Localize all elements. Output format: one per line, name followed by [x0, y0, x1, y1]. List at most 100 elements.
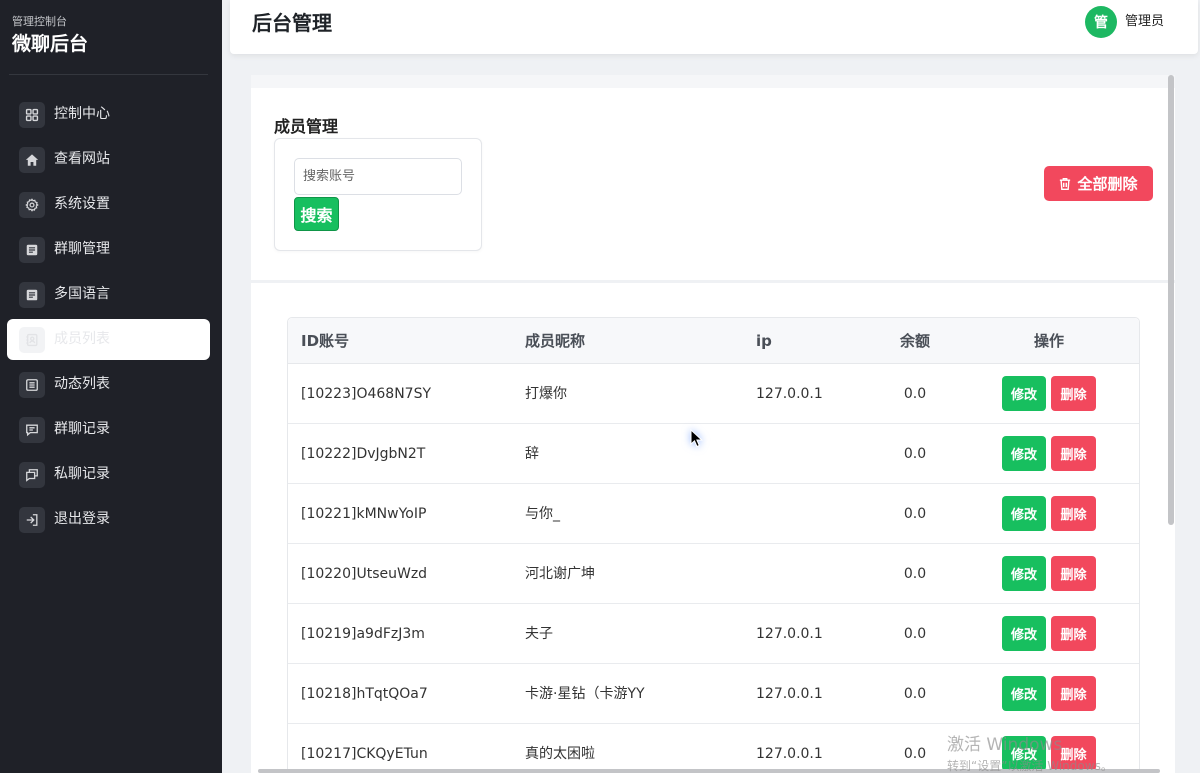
- brand-title: 微聊后台: [12, 33, 89, 55]
- cell-nickname: 打爆你: [525, 385, 567, 402]
- content-strip: [251, 75, 1175, 88]
- sidebar-item-label: 成员列表: [54, 331, 110, 347]
- sidebar-item-label: 私聊记录: [54, 466, 110, 482]
- list-icon: [19, 372, 45, 398]
- home-icon: [19, 147, 45, 173]
- cell-nickname: 与你_: [525, 505, 560, 522]
- search-button[interactable]: 搜索: [294, 197, 339, 231]
- cell-actions: 修改 删除: [959, 424, 1139, 483]
- edit-button[interactable]: 修改: [1002, 676, 1046, 711]
- cell-actions: 修改 删除: [959, 484, 1139, 543]
- top-header: 后台管理 管 管理员: [230, 0, 1198, 54]
- message-icon: [19, 417, 45, 443]
- edit-button[interactable]: 修改: [1002, 496, 1046, 531]
- table-row: [10222]DvJgbN2T 辞 0.0 修改 删除: [288, 424, 1139, 484]
- cell-balance: 0.0: [903, 445, 927, 462]
- document-icon: [19, 237, 45, 263]
- cell-balance: 0.0: [903, 685, 927, 702]
- column-header-ip: ip: [756, 331, 772, 350]
- cell-actions: 修改 删除: [959, 364, 1139, 423]
- cell-nickname: 真的太困啦: [525, 746, 595, 762]
- column-header-nickname: 成员昵称: [525, 332, 586, 350]
- cell-actions: 修改 删除: [959, 664, 1139, 723]
- delete-button[interactable]: 删除: [1051, 676, 1096, 711]
- member-table-card: ID账号 成员昵称 ip 余额 操作 [10223]O468N7SY 打爆你 127…: [251, 283, 1175, 773]
- page-title: 后台管理: [252, 11, 332, 35]
- sidebar-item-group-chat-log[interactable]: 群聊记录: [7, 409, 210, 450]
- delete-all-label: 全部删除: [1077, 175, 1138, 193]
- delete-button[interactable]: 删除: [1051, 436, 1096, 471]
- table-header: ID账号 成员昵称 ip 余额 操作: [288, 318, 1139, 364]
- cell-id: [10220]UtseuWzd: [301, 565, 428, 582]
- cell-ip: [743, 484, 871, 543]
- dashboard-icon: [19, 102, 45, 128]
- table-row: [10219]a9dFzJ3m 夫子 127.0.0.1 0.0 修改 删除: [288, 604, 1139, 664]
- edit-button[interactable]: 修改: [1002, 616, 1046, 651]
- cell-actions: 修改 删除: [959, 604, 1139, 663]
- cell-balance: 0.0: [903, 746, 927, 762]
- cell-balance: 0.0: [903, 505, 927, 522]
- search-input[interactable]: [294, 158, 462, 195]
- cell-actions: 修改 删除: [959, 724, 1139, 772]
- column-header-balance: 余额: [899, 332, 930, 350]
- edit-button[interactable]: 修改: [1002, 376, 1046, 411]
- sidebar-item-moments[interactable]: 动态列表: [7, 364, 210, 405]
- cell-balance: 0.0: [903, 565, 927, 582]
- sidebar-item-languages[interactable]: 多国语言: [7, 274, 210, 315]
- vertical-scrollbar[interactable]: [1168, 75, 1174, 525]
- delete-button[interactable]: 删除: [1051, 616, 1096, 651]
- brand-subtitle: 管理控制台: [12, 15, 67, 28]
- sidebar-item-view-site[interactable]: 查看网站: [7, 139, 210, 180]
- table-row: [10218]hTqtQOa7 卡游·星钻（卡游YY 127.0.0.1 0.0 修改删…: [288, 664, 1139, 724]
- cell-ip: [743, 424, 871, 483]
- cell-id: [10218]hTqtQOa7: [301, 685, 428, 702]
- cell-id: [10217]CKQyETun: [301, 746, 428, 762]
- cell-ip: 127.0.0.1: [756, 385, 823, 402]
- delete-button[interactable]: 删除: [1051, 496, 1096, 531]
- cell-nickname: 卡游·星钻（卡游YY: [525, 685, 645, 702]
- sidebar-item-dashboard[interactable]: 控制中心: [7, 94, 210, 135]
- avatar[interactable]: 管: [1085, 6, 1117, 38]
- chat-icon: [19, 462, 45, 488]
- sidebar-item-label: 群聊管理: [54, 241, 110, 257]
- cell-ip: 127.0.0.1: [756, 685, 823, 702]
- delete-button[interactable]: 删除: [1051, 556, 1096, 591]
- cell-id: [10223]O468N7SY: [301, 385, 432, 402]
- search-box: 搜索: [274, 138, 482, 251]
- cell-actions: 修改 删除: [959, 544, 1139, 603]
- cell-ip: 127.0.0.1: [756, 625, 823, 642]
- table-body: [10223]O468N7SY 打爆你 127.0.0.1 0.0 修改 删除 [10222…: [288, 364, 1139, 772]
- member-search-card: 成员管理 搜索 全部删除: [251, 88, 1175, 280]
- sidebar-item-member-list[interactable]: 成员列表: [7, 319, 210, 360]
- sidebar-item-logout[interactable]: 退出登录: [7, 499, 210, 540]
- cell-nickname: 辞: [525, 445, 539, 462]
- edit-button[interactable]: 修改: [1002, 436, 1046, 471]
- logout-icon: [19, 507, 45, 533]
- sidebar-item-settings[interactable]: 系统设置: [7, 184, 210, 225]
- cell-ip: 127.0.0.1: [756, 746, 823, 762]
- sidebar-item-label: 系统设置: [54, 196, 110, 212]
- edit-button[interactable]: 修改: [1002, 736, 1046, 771]
- delete-button[interactable]: 删除: [1051, 736, 1096, 771]
- table-row: [10223]O468N7SY 打爆你 127.0.0.1 0.0 修改 删除: [288, 364, 1139, 424]
- cell-balance: 0.0: [903, 385, 927, 402]
- table-row: [10221]kMNwYoIP 与你_ 0.0 修改 删除: [288, 484, 1139, 544]
- user-name[interactable]: 管理员: [1125, 13, 1164, 31]
- sidebar-nav: 控制中心 查看网站 系统设置 群聊管理 多国语言 成员列表 动态列表 群聊记录 …: [7, 94, 210, 544]
- delete-button[interactable]: 删除: [1051, 376, 1096, 411]
- sidebar-item-label: 多国语言: [54, 286, 110, 302]
- cell-nickname: 河北谢广坤: [525, 565, 595, 582]
- edit-button[interactable]: 修改: [1002, 556, 1046, 591]
- sidebar: 管理控制台 微聊后台 控制中心 查看网站 系统设置 群聊管理 多国语言 成员列表…: [0, 0, 222, 773]
- horizontal-scrollbar[interactable]: [258, 769, 1160, 773]
- delete-all-button[interactable]: 全部删除: [1044, 166, 1153, 201]
- sidebar-item-label: 动态列表: [54, 376, 110, 392]
- main-area: 后台管理 管 管理员 成员管理 搜索 全部删除 ID账号 成员昵称 ip 余额 …: [222, 0, 1200, 773]
- sidebar-item-label: 退出登录: [54, 511, 110, 527]
- sidebar-item-label: 查看网站: [54, 151, 110, 167]
- column-header-actions: 操作: [1033, 332, 1064, 350]
- trash-icon: [1059, 177, 1071, 191]
- sidebar-item-private-chat-log[interactable]: 私聊记录: [7, 454, 210, 495]
- panel-title: 成员管理: [274, 117, 339, 136]
- sidebar-item-group-management[interactable]: 群聊管理: [7, 229, 210, 270]
